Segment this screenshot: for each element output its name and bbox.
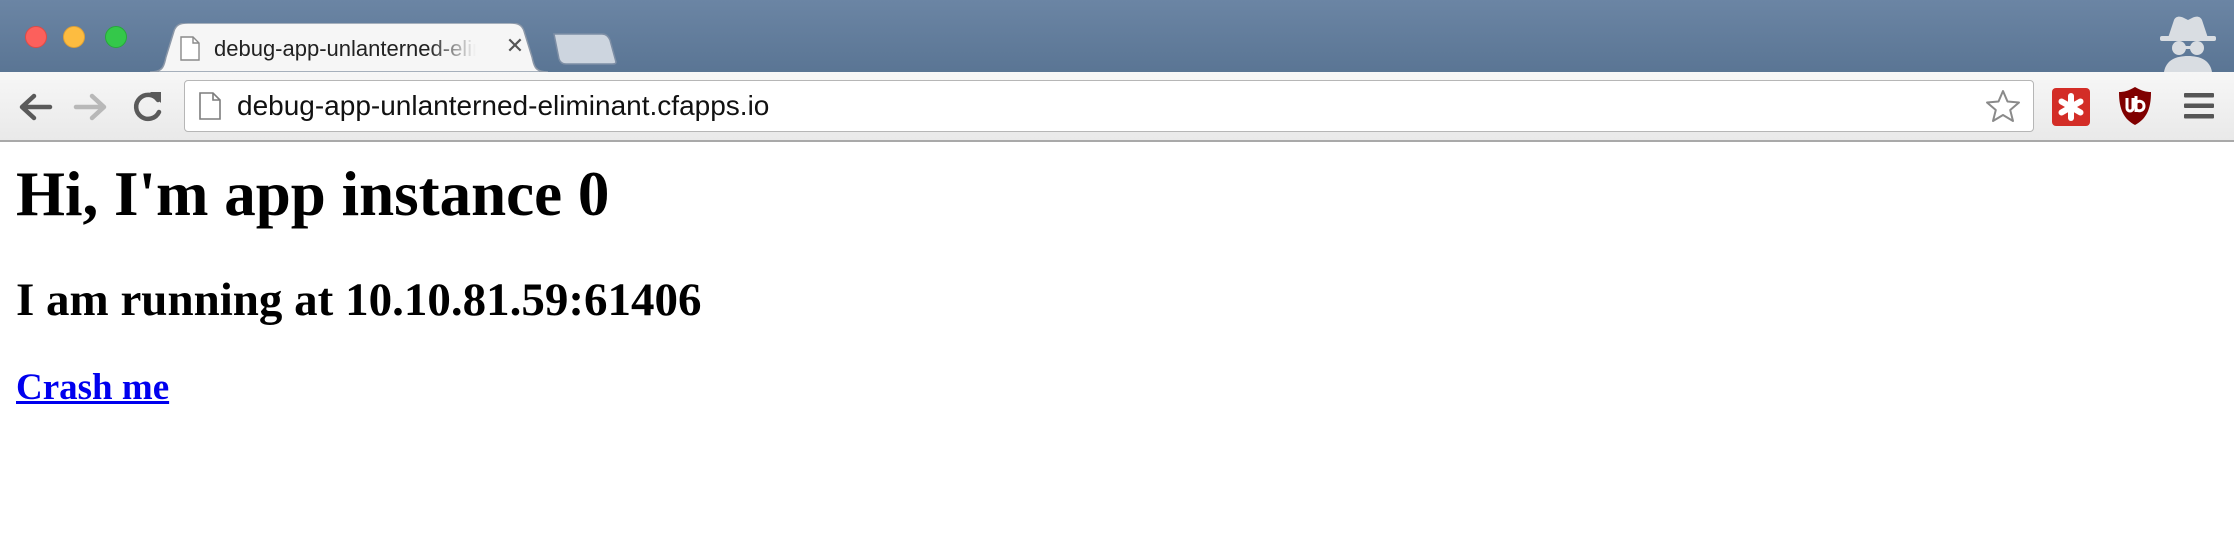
page-icon — [199, 92, 221, 120]
browser-window: debug-app-unlanterned-eliminant.cfapps.i… — [0, 0, 2234, 544]
tab-active[interactable]: debug-app-unlanterned-eliminant.cfapps.i… — [150, 23, 548, 72]
hamburger-menu-icon[interactable] — [2184, 92, 2214, 120]
window-minimize-button[interactable] — [63, 26, 85, 48]
window-maximize-button[interactable] — [105, 26, 127, 48]
instance-address: I am running at 10.10.81.59:61406 — [16, 274, 702, 326]
page-content: Hi, I'm app instance 0 I am running at 1… — [0, 142, 2234, 544]
address-bar[interactable]: debug-app-unlanterned-eliminant.cfapps.i… — [184, 80, 2034, 132]
forward-arrow-icon[interactable] — [72, 88, 110, 126]
ublock-icon[interactable] — [2118, 86, 2152, 126]
toolbar: debug-app-unlanterned-eliminant.cfapps.i… — [0, 72, 2234, 142]
lastpass-icon[interactable] — [2052, 88, 2090, 126]
back-arrow-icon[interactable] — [16, 88, 54, 126]
page-heading: Hi, I'm app instance 0 — [16, 159, 610, 229]
reload-icon[interactable] — [128, 88, 166, 126]
crash-me-link[interactable]: Crash me — [16, 366, 169, 410]
page-icon — [180, 36, 200, 61]
incognito-icon — [2154, 14, 2222, 72]
tab-close-icon[interactable]: ✕ — [504, 36, 526, 58]
window-close-button[interactable] — [25, 26, 47, 48]
new-tab-icon[interactable] — [552, 32, 618, 66]
tab-strip: debug-app-unlanterned-eliminant.cfapps.i… — [0, 0, 2234, 72]
url-text[interactable]: debug-app-unlanterned-eliminant.cfapps.i… — [237, 90, 769, 122]
star-icon[interactable] — [1985, 89, 2021, 123]
tab-title: debug-app-unlanterned-eliminant.cfapps.i… — [214, 36, 476, 61]
